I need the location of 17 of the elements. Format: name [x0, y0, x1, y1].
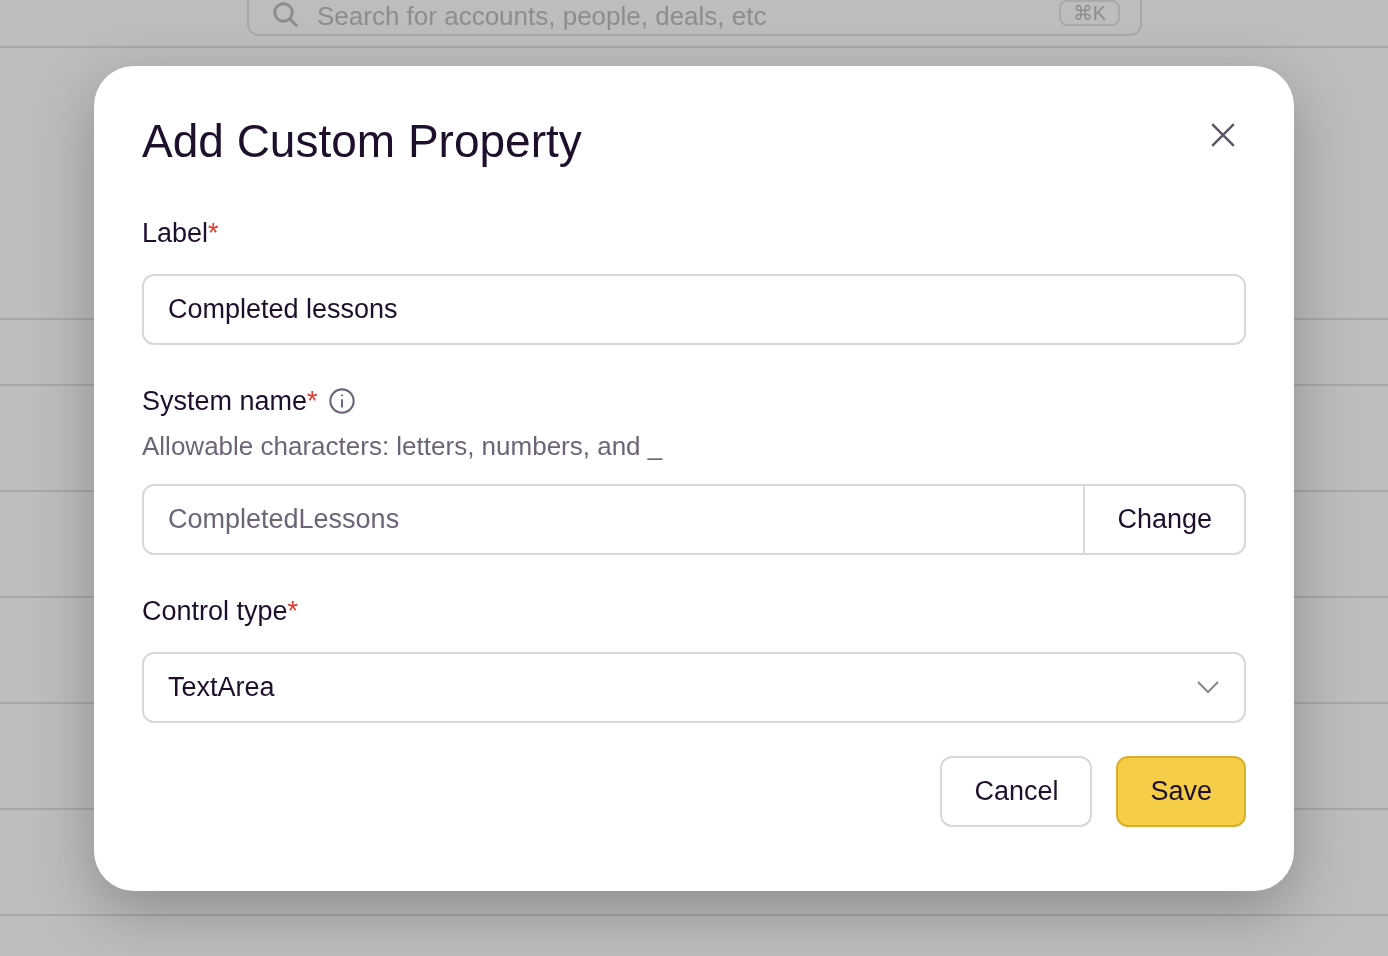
required-mark: * — [208, 217, 219, 251]
cancel-button[interactable]: Cancel — [940, 755, 1093, 827]
info-icon[interactable] — [327, 386, 356, 415]
field-label: System name — [142, 384, 308, 418]
change-button[interactable]: Change — [1085, 484, 1246, 556]
required-mark: * — [287, 595, 299, 629]
search-icon — [271, 0, 301, 30]
save-button[interactable]: Save — [1116, 755, 1246, 827]
text-field[interactable]: Completed lessons — [142, 273, 1246, 345]
select-field[interactable]: TextArea — [142, 651, 1246, 723]
dialog-title: Add Custom Property — [142, 114, 582, 169]
chevron-down-icon — [1196, 680, 1220, 695]
hint-text: Allowable characters: letters, numbers, and _ — [142, 430, 664, 464]
required-mark: * — [307, 384, 318, 418]
field-label: Label — [142, 217, 209, 251]
input-field[interactable]: CompletedLessons — [142, 484, 1086, 556]
field-label: Control type — [142, 595, 288, 629]
